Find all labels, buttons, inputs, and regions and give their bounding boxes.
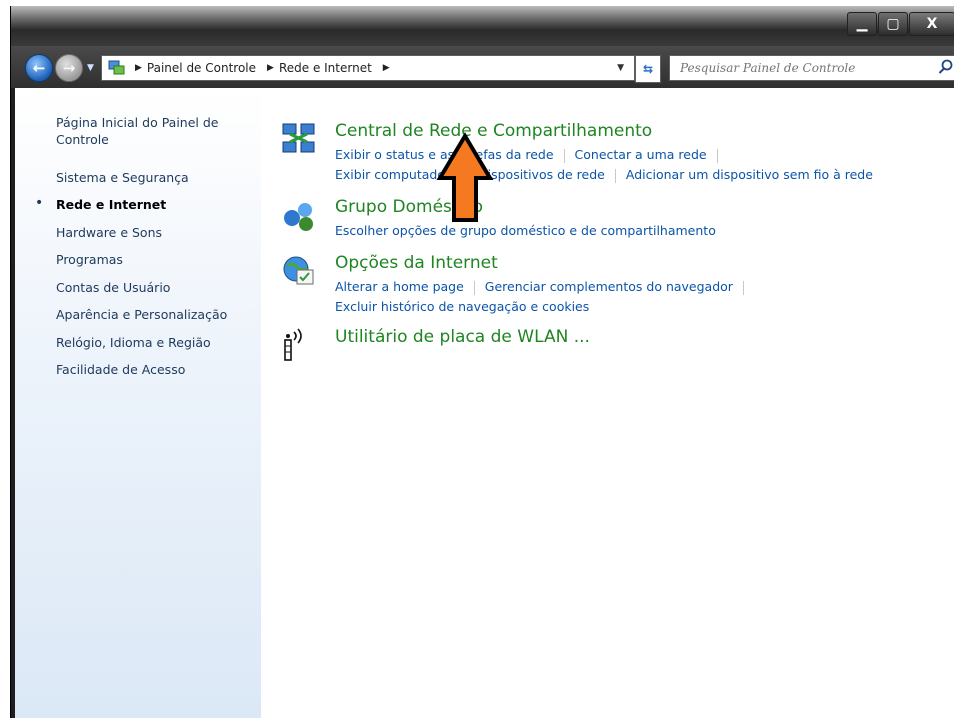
address-bar[interactable]: ▶ Painel de Controle ▶ Rede e Internet ▶… [101, 55, 635, 81]
category-links-row: Alterar a home page Gerenciar complemento… [335, 279, 754, 295]
search-input[interactable] [678, 60, 932, 76]
network-sharing-icon[interactable] [281, 122, 317, 158]
control-panel-window: ▁ ▢ X ← → ▼ ▶ Painel de Controle ▶ Rede … [10, 6, 954, 718]
breadcrumb-separator-icon[interactable]: ▶ [135, 63, 142, 73]
sidebar-item-programas[interactable]: Programas [56, 251, 246, 268]
sidebar: Página Inicial do Painel de Controle Sis… [15, 88, 261, 718]
refresh-button[interactable]: ⇆ [635, 55, 661, 83]
link-conectar-rede[interactable]: Conectar a uma rede [575, 147, 707, 162]
search-icon[interactable] [938, 59, 954, 75]
internet-options-icon[interactable] [281, 254, 317, 290]
link-escolher-opcoes-grupo[interactable]: Escolher opções de grupo doméstico e de … [335, 223, 716, 238]
link-divider [563, 148, 565, 163]
forward-button[interactable]: → [55, 54, 83, 82]
link-excluir-historico[interactable]: Excluir histórico de navegação e cookies [335, 299, 589, 314]
maximize-button[interactable]: ▢ [878, 12, 908, 36]
sidebar-item-rede-e-internet[interactable]: Rede e Internet [56, 196, 246, 213]
search-box[interactable] [669, 55, 954, 81]
link-adicionar-dispositivo[interactable]: Adicionar um dispositivo sem fio à rede [626, 167, 873, 182]
category-links-row: Exibir o status e as tarefas da rede Cone… [335, 147, 728, 163]
close-button[interactable]: X [909, 12, 954, 36]
category-title[interactable]: Utilitário de placa de WLAN ... [335, 327, 590, 347]
breadcrumb-separator-icon[interactable]: ▶ [267, 63, 274, 73]
forward-arrow-icon: → [62, 59, 76, 77]
breadcrumb-separator-icon[interactable]: ▶ [383, 63, 390, 73]
refresh-icon: ⇆ [642, 62, 654, 76]
sidebar-item-hardware-e-sons[interactable]: Hardware e Sons [56, 224, 246, 241]
homegroup-icon[interactable] [281, 198, 317, 234]
back-button[interactable]: ← [25, 54, 53, 82]
main-panel: Central de Rede e Compartilhamento Exibi… [261, 88, 954, 718]
sidebar-item-relogio-idioma-regiao[interactable]: Relógio, Idioma e Região [56, 334, 246, 351]
back-arrow-icon: ← [32, 59, 46, 77]
link-gerenciar-complementos[interactable]: Gerenciar complementos do navegador [485, 279, 733, 294]
breadcrumb-rede-e-internet[interactable]: Rede e Internet [279, 61, 372, 75]
link-alterar-home-page[interactable]: Alterar a home page [335, 279, 464, 294]
sidebar-item-facilidade-de-acesso[interactable]: Facilidade de Acesso [56, 361, 246, 378]
address-dropdown-icon[interactable]: ▼ [617, 63, 624, 73]
wlan-icon[interactable] [281, 328, 317, 364]
breadcrumb-painel-de-controle[interactable]: Painel de Controle [147, 61, 256, 75]
orange-annotation-arrow-icon [436, 132, 494, 222]
link-divider [742, 280, 744, 295]
sidebar-item-aparencia[interactable]: Aparência e Personalização [56, 306, 246, 323]
minimize-button[interactable]: ▁ [847, 12, 877, 36]
active-item-bullet: • [35, 195, 44, 211]
sidebar-item-sistema-e-seguranca[interactable]: Sistema e Segurança [56, 169, 246, 186]
sidebar-item-contas-de-usuario[interactable]: Contas de Usuário [56, 279, 246, 296]
window-controls: ▁ ▢ X [846, 12, 954, 36]
category-links-row: Escolher opções de grupo doméstico e de … [335, 223, 716, 238]
category-links-row: Exibir computadores e dispositivos de re… [335, 167, 873, 183]
address-row: ← → ▼ ▶ Painel de Controle ▶ Rede e Inte… [11, 46, 954, 88]
recent-pages-dropdown-icon[interactable]: ▼ [87, 63, 94, 73]
link-divider [716, 148, 718, 163]
sidebar-item-pagina-inicial[interactable]: Página Inicial do Painel de Controle [56, 114, 246, 148]
link-divider [614, 168, 616, 183]
category-title[interactable]: Opções da Internet [335, 253, 498, 273]
title-bar[interactable]: ▁ ▢ X [11, 6, 954, 46]
link-divider [473, 280, 475, 295]
control-panel-icon [108, 60, 125, 75]
category-links-row: Excluir histórico de navegação e cookies [335, 299, 589, 314]
